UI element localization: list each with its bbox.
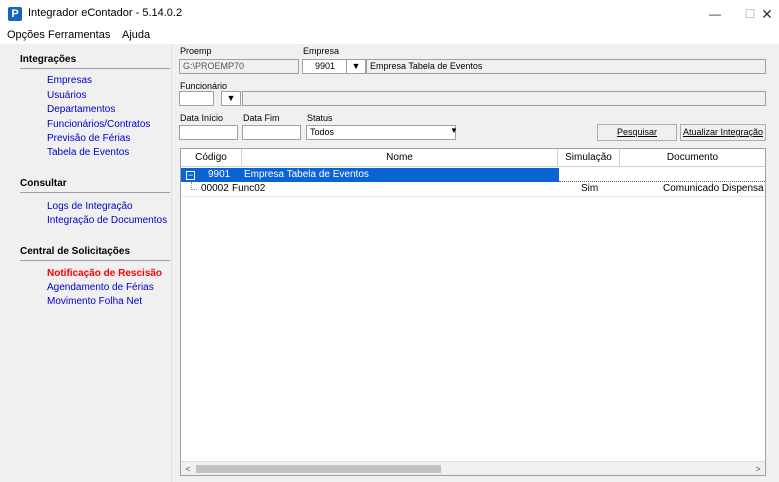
grid-header: Código Nome Simulação Documento [181,149,765,167]
data-fim-label: Data Fim [243,113,280,123]
proemp-field[interactable]: G:\PROEMP70 [179,59,299,74]
cell-codigo: 9901 [208,169,231,180]
nav-logs-integracao[interactable]: Logs de Integração [47,201,133,212]
cell-codigo: 00002 [201,183,229,194]
main-content: Proemp G:\PROEMP70 Empresa 9901 ▼ Empres… [172,44,779,482]
results-grid: Código Nome Simulação Documento − 9901 E… [180,148,766,476]
menu-opcoes[interactable]: Opções [7,29,45,41]
sidebar: Integrações Empresas Usuários Departamen… [0,44,172,482]
funcionario-dropdown-icon[interactable]: ▼ [221,91,241,106]
column-header-simulacao[interactable]: Simulação [558,149,620,167]
nav-departamentos[interactable]: Departamentos [47,104,115,115]
nav-funcionarios-contratos[interactable]: Funcionários/Contratos [47,119,150,130]
status-dropdown-icon[interactable]: ▼ [450,126,458,135]
row-divider [181,196,765,197]
minimize-icon[interactable]: — [700,0,730,28]
nav-integracao-documentos[interactable]: Integração de Documentos [47,215,167,226]
tree-connector [191,182,197,190]
nav-movimento-folha-net[interactable]: Movimento Folha Net [47,296,142,307]
data-inicio-field[interactable] [179,125,238,140]
app-icon: P [8,7,22,21]
column-header-codigo[interactable]: Código [181,149,242,167]
table-row[interactable]: − 9901 Empresa Tabela de Eventos [181,168,559,182]
nav-empresas[interactable]: Empresas [47,75,92,86]
pesquisar-button[interactable]: Pesquisar [597,124,677,141]
empresa-code-field[interactable]: 9901 [302,59,347,74]
empresa-name-field: Empresa Tabela de Eventos [366,59,766,74]
close-icon[interactable]: ✕ [752,0,779,28]
funcionario-code-field[interactable] [179,91,214,106]
cell-documento: Comunicado Dispensa [663,183,764,194]
window-title: Integrador eContador - 5.14.0.2 [28,7,183,19]
cell-nome: Func02 [232,183,266,194]
nav-agendamento-ferias[interactable]: Agendamento de Férias [47,282,154,293]
cell-nome: Empresa Tabela de Eventos [244,169,369,180]
section-integracoes-title: Integrações [20,54,77,65]
horizontal-scrollbar[interactable]: < > [181,461,765,475]
nav-notificacao-rescisao[interactable]: Notificação de Rescisão [47,268,162,279]
table-row[interactable]: 00002 Func02 Sim Comunicado Dispensa [181,182,765,196]
funcionario-label: Funcionário [180,81,228,91]
menu-bar: Opções Ferramentas Ajuda [0,28,779,44]
section-central-title: Central de Solicitações [20,246,131,257]
scroll-right-icon[interactable]: > [751,462,765,476]
menu-ferramentas[interactable]: Ferramentas [48,29,110,41]
data-fim-field[interactable] [242,125,301,140]
title-bar: P Integrador eContador - 5.14.0.2 — ☐ ✕ [0,0,779,28]
empresa-label: Empresa [303,46,340,56]
status-label: Status [307,113,333,123]
divider [20,260,170,261]
atualizar-integracao-button[interactable]: Atualizar Integração [680,124,766,141]
cell-simulacao: Sim [581,183,599,194]
proemp-label: Proemp [180,46,212,56]
scrollbar-thumb[interactable] [196,465,441,473]
empresa-dropdown-icon[interactable]: ▼ [346,59,366,74]
scroll-left-icon[interactable]: < [181,462,195,476]
section-consultar-title: Consultar [20,178,67,189]
nav-tabela-eventos[interactable]: Tabela de Eventos [47,147,129,158]
column-header-documento[interactable]: Documento [620,149,765,167]
nav-usuarios[interactable]: Usuários [47,90,86,101]
divider [20,192,170,193]
column-header-nome[interactable]: Nome [242,149,558,167]
nav-previsao-ferias[interactable]: Previsão de Férias [47,133,130,144]
menu-ajuda[interactable]: Ajuda [122,29,150,41]
divider [20,68,170,69]
funcionario-name-field [242,91,766,106]
status-select[interactable]: Todos [306,125,456,140]
collapse-icon[interactable]: − [186,171,195,180]
data-inicio-label: Data Início [180,113,224,123]
